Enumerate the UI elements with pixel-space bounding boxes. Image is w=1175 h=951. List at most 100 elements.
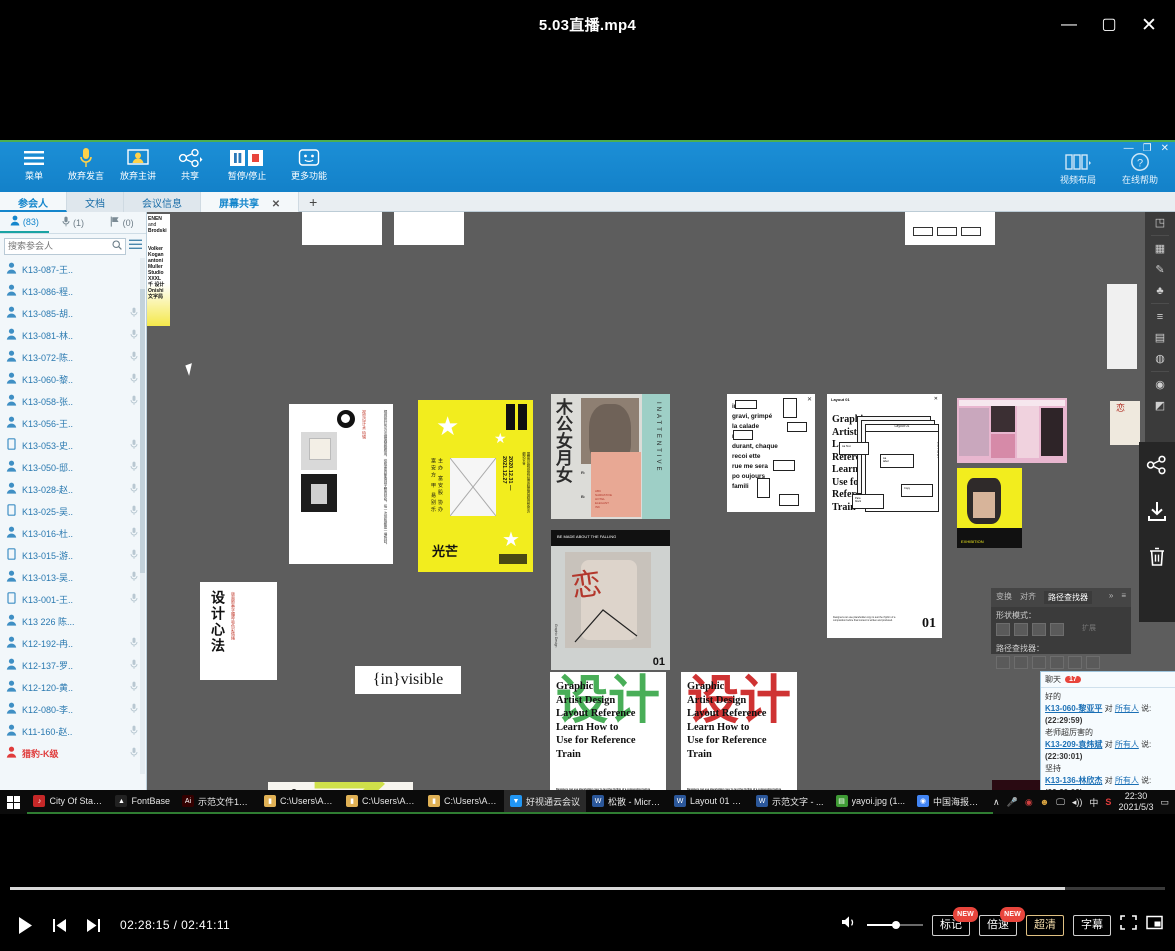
participant-row[interactable]: K12-192-冉.. — [0, 632, 146, 654]
artboard-french[interactable]: ✕ ir d'alé, gravi, grimpé la calade nnée… — [727, 394, 815, 512]
speed-button[interactable]: 倍速 NEW — [979, 915, 1017, 936]
grid-icon[interactable]: ▦ — [1145, 238, 1175, 259]
divide-button[interactable] — [996, 656, 1010, 669]
artboard-top-right-edge[interactable] — [1107, 284, 1137, 369]
layers-icon[interactable]: ◩ — [1145, 395, 1175, 416]
participant-row[interactable]: K13-085-胡.. — [0, 302, 146, 324]
expand-button[interactable]: 扩展 — [1082, 623, 1096, 636]
volume-slider[interactable] — [867, 924, 923, 926]
maximize-button[interactable]: ▢ — [1089, 8, 1129, 42]
participant-row[interactable]: K12-137-罗.. — [0, 654, 146, 676]
intersect-button[interactable] — [1032, 623, 1046, 636]
participant-row[interactable]: K13-056-王.. — [0, 412, 146, 434]
tab-pathfinder[interactable]: 路径查找器 — [1044, 591, 1092, 604]
tray-microphone-icon[interactable]: 🎤 — [1007, 797, 1018, 808]
tray-network-icon[interactable]: 🖵 — [1056, 797, 1065, 808]
participant-row[interactable]: 猎豹-K级 — [0, 742, 146, 764]
participant-row[interactable]: K12-120-黄.. — [0, 676, 146, 698]
artboard-yo-poster[interactable]: 予 世界は 一人 知相えある 私たかず 減ふ — [268, 782, 413, 790]
artboard-invisible[interactable]: {in}visible — [355, 666, 461, 694]
artboard-top-2[interactable] — [394, 212, 464, 245]
panel-menu-icon[interactable]: ≡ — [1121, 591, 1126, 604]
subtitle-button[interactable]: 字幕 — [1073, 915, 1111, 936]
search-input[interactable] — [4, 238, 126, 255]
next-button[interactable] — [76, 918, 110, 933]
participant-row[interactable]: K13-087-王.. — [0, 258, 146, 280]
brush-icon[interactable]: ✎ — [1145, 259, 1175, 280]
tray-ime-icon[interactable]: 中 — [1089, 796, 1098, 809]
mark-button[interactable]: 标记 NEW — [932, 915, 970, 936]
artboard-swiss-left[interactable]: ENEN and Brodski Volker Kogan antoni Mul… — [147, 214, 170, 326]
pip-icon[interactable] — [1146, 915, 1163, 935]
tray-sogou-icon[interactable]: S — [1105, 797, 1111, 807]
merge-button[interactable] — [1032, 656, 1046, 669]
artboard-layout01[interactable]: Layout 01 ✕ Graphic Artist Design Layout… — [827, 394, 942, 638]
participant-row[interactable]: K13-058-张.. — [0, 390, 146, 412]
minimize-button[interactable]: — — [1049, 8, 1089, 42]
artboard-inattentive[interactable]: 木公女月女 INATTENTIVE ABCNARRATIVEHOTELELEGA… — [551, 394, 670, 519]
share-icon[interactable] — [1146, 442, 1168, 488]
participant-row[interactable]: K13-028-赵.. — [0, 478, 146, 500]
chat-sender[interactable]: K13-060-黎亚平 — [1045, 704, 1102, 713]
symbol-icon[interactable]: ♣ — [1145, 280, 1175, 301]
artboard-design-mind[interactable]: 设计心法 版面節奏字體呼吸色彩情緒 — [200, 582, 277, 680]
taskbar-item[interactable]: ◉中国海报设计... — [911, 790, 993, 814]
participant-row[interactable]: K13-015-游.. — [0, 544, 146, 566]
participant-row[interactable]: K13-072-陈.. — [0, 346, 146, 368]
french-close-icon[interactable]: ✕ — [807, 396, 812, 403]
chat-recipient[interactable]: 所有人 — [1115, 776, 1139, 785]
participant-row[interactable]: K11-160-赵.. — [0, 720, 146, 742]
minus-front-button[interactable] — [1014, 623, 1028, 636]
tab-screen-share[interactable]: 屏幕共享 ✕ — [201, 192, 299, 212]
participant-row[interactable]: K13-016-杜.. — [0, 522, 146, 544]
search-field[interactable] — [8, 241, 112, 251]
add-tab-button[interactable]: + — [299, 192, 327, 211]
participant-row[interactable]: K13-060-黎.. — [0, 368, 146, 390]
taskbar-item[interactable]: WLayout 01 - ... — [668, 790, 750, 814]
chat-sender[interactable]: K13-136-林欣杰 — [1045, 776, 1102, 785]
video-layout-button[interactable]: 视频布局 — [1047, 146, 1109, 186]
artboard-yellow-poster[interactable]: ★ ★ ★ 主办 富安股 协办 富安方 甲 易别乐 2020.12.31 — 2… — [418, 400, 533, 572]
taskbar-clock[interactable]: 22:30 2021/5/3 — [1118, 791, 1153, 813]
participant-row[interactable]: K13-081-林.. — [0, 324, 146, 346]
quality-button[interactable]: 超清 — [1026, 915, 1064, 936]
illustrator-right-rail[interactable]: ◳ ▦ ✎ ♣ ≡ ▤ ◍ ◉ ◩ — [1145, 212, 1175, 442]
share-button[interactable]: 共享 — [164, 142, 216, 182]
minus-back-button[interactable] — [1086, 656, 1100, 669]
taskbar-item[interactable]: ▼好视通云会议 — [504, 790, 586, 814]
trash-icon[interactable] — [1147, 534, 1167, 580]
participant-row[interactable]: K13-001-王.. — [0, 588, 146, 610]
tab-participants[interactable]: 参会人 — [0, 192, 67, 212]
crop-button[interactable] — [1050, 656, 1064, 669]
chat-sender[interactable]: K13-209-袁炜斌 — [1045, 740, 1102, 749]
tray-volume-icon[interactable]: ◂)) — [1072, 797, 1083, 808]
download-icon[interactable] — [1146, 488, 1168, 534]
video-progress-bar[interactable] — [10, 887, 1165, 890]
artboard-icon[interactable]: ◳ — [1145, 212, 1175, 233]
taskbar-item[interactable]: ▮C:\Users\Ad... — [422, 790, 504, 814]
tab-align[interactable]: 对齐 — [1020, 591, 1036, 604]
chat-recipient[interactable]: 所有人 — [1115, 704, 1139, 713]
appearance-icon[interactable]: ◉ — [1145, 374, 1175, 395]
more-features-button[interactable]: 更多功能 — [278, 142, 340, 182]
shape-mode-buttons[interactable]: 扩展 — [991, 622, 1131, 640]
volume-icon[interactable] — [841, 915, 858, 935]
fullscreen-icon[interactable] — [1120, 915, 1137, 935]
artboard-right-edge-1[interactable]: 恋 — [1110, 401, 1140, 445]
participant-row[interactable]: K13-050-邸.. — [0, 456, 146, 478]
participant-row[interactable]: K13-013-吴.. — [0, 566, 146, 588]
give-up-speak-button[interactable]: 放弃发言 — [60, 142, 112, 182]
close-icon[interactable]: ✕ — [272, 199, 280, 210]
participants-scrollbar[interactable] — [140, 258, 145, 774]
artboard-editorial[interactable]: 視覺設計的方法論與實務應用，從版面的節奏到字體的呼吸，每一次排版都是一場對話。 … — [289, 404, 393, 564]
taskbar-item[interactable]: ▮C:\Users\Ad... — [340, 790, 422, 814]
exclude-button[interactable] — [1050, 623, 1064, 636]
artboard-collage[interactable] — [957, 398, 1067, 463]
unite-button[interactable] — [996, 623, 1010, 636]
shared-screen-canvas[interactable]: ENEN and Brodski Volker Kogan antoni Mul… — [147, 212, 1175, 790]
online-help-button[interactable]: ? 在线帮助 — [1109, 146, 1171, 186]
participants-list[interactable]: K13-087-王..K13-086-程..K13-085-胡..K13-081… — [0, 258, 146, 774]
participant-row[interactable]: K13-086-程.. — [0, 280, 146, 302]
participants-tab-mic[interactable]: (1) — [49, 212, 98, 233]
taskbar-item[interactable]: ▲FontBase — [109, 790, 176, 814]
